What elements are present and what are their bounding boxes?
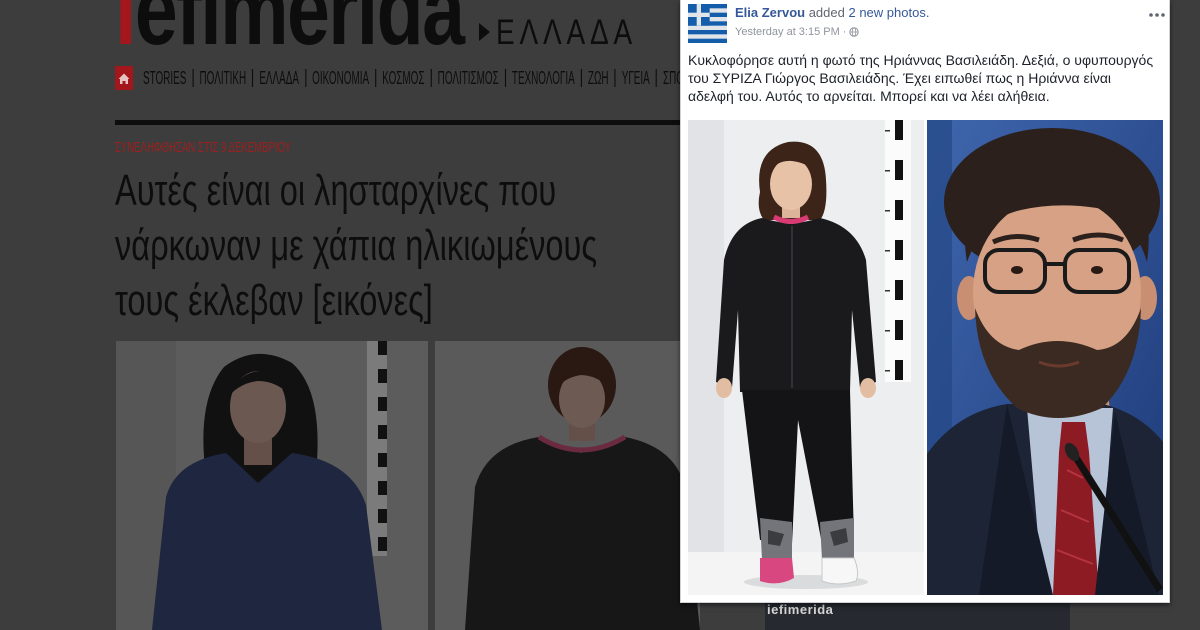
- headline-line: νάρκωναν με χάπια ηλικιωμένους: [115, 221, 598, 270]
- section-arrow-icon: [479, 23, 490, 41]
- nav-item-world[interactable]: ΚΟΣΜΟΣ: [375, 69, 430, 87]
- photo-watermark: iefimerida: [765, 603, 1070, 630]
- nav-item-life[interactable]: ΖΩΗ: [580, 69, 615, 87]
- post-text: Κυκλοφόρησε αυτή η φωτό της Ηριάννας Βασ…: [688, 51, 1153, 105]
- nav-item-politics[interactable]: ΠΟΛΙΤΙΚΗ: [192, 69, 252, 87]
- logo-accent: i: [115, 0, 136, 66]
- article-photo-left: [116, 341, 428, 630]
- nav-item-culture[interactable]: ΠΟΛΙΤΙΣΜΟΣ: [430, 69, 505, 87]
- site-logo[interactable]: iefimerida: [115, 0, 465, 60]
- nav-item-sports[interactable]: ΣΠΟΡ: [655, 69, 680, 87]
- post-timestamp[interactable]: Yesterday at 3:15 PM: [735, 25, 840, 39]
- nav-home-button[interactable]: [115, 66, 133, 90]
- globe-icon[interactable]: [849, 27, 860, 37]
- more-options-icon[interactable]: [1147, 7, 1167, 17]
- facebook-post: Elia Zervou added 2 new photos. Yesterda…: [680, 0, 1170, 603]
- article-headline: Αυτές είναι οι λησταρχίνες που νάρκωναν …: [115, 163, 597, 328]
- header-divider: [115, 120, 680, 125]
- post-header: Elia Zervou added 2 new photos.: [735, 5, 929, 21]
- nav-item-health[interactable]: ΥΓΕΙΑ: [614, 69, 656, 87]
- author-avatar[interactable]: [688, 4, 727, 43]
- photos-link[interactable]: 2 new photos.: [848, 5, 929, 20]
- height-ruler: [367, 341, 387, 556]
- headline-line: Αυτές είναι οι λησταρχίνες που: [115, 166, 557, 215]
- nav-item-stories[interactable]: STORIES: [137, 69, 192, 87]
- headline-line: τους έκλεβαν [εικόνες]: [115, 276, 433, 325]
- author-name-link[interactable]: Elia Zervou: [735, 5, 805, 20]
- nav-item-technology[interactable]: ΤΕΧΝΟΛΟΓΙΑ: [504, 69, 581, 87]
- home-icon: [118, 73, 130, 84]
- article-kicker: ΣΥΝΕΛΗΦΘΗΣΑΝ ΣΤΙΣ 9 ΔΕΚΕΜΒΡΙΟΥ: [115, 139, 292, 156]
- post-photo-woman[interactable]: [688, 120, 924, 595]
- main-nav: STORIES ΠΟΛΙΤΙΚΗ ΕΛΛΑΔΑ ΟΙΚΟΝΟΜΙΑ ΚΟΣΜΟΣ…: [137, 69, 680, 89]
- post-photo-man[interactable]: [927, 120, 1163, 595]
- nav-item-economy[interactable]: ΟΙΚΟΝΟΜΙΑ: [305, 69, 375, 87]
- article-photo-right: [435, 341, 700, 630]
- section-label[interactable]: ΕΛΛΑΔΑ: [496, 15, 637, 50]
- nav-item-greece[interactable]: ΕΛΛΑΔΑ: [252, 69, 305, 87]
- post-action: added: [808, 5, 845, 20]
- meta-separator: ·: [842, 26, 847, 38]
- post-meta: Yesterday at 3:15 PM ·: [735, 25, 860, 39]
- watermark-logo: iefimerida: [767, 603, 834, 617]
- post-text-line: του ΣΥΡΙΖΑ Γιώργος Βασιλειάδης. Έχει ειπ…: [688, 70, 1112, 86]
- logo-text: efimerida: [134, 0, 465, 66]
- post-text-line: αδελφή του. Αυτός το αρνείται. Μπορεί κα…: [688, 88, 1050, 104]
- post-text-line: Κυκλοφόρησε αυτή η φωτό της Ηριάννας Βασ…: [688, 52, 1154, 68]
- height-ruler: [885, 120, 911, 382]
- greek-flag-avatar: [688, 4, 727, 43]
